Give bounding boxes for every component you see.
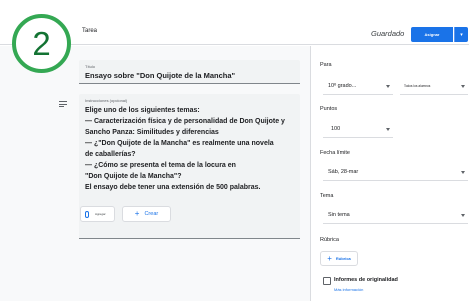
- instructions-line: — ¿"Don Quijote de la Mancha" es realmen…: [85, 140, 274, 147]
- rubric-button-label: Rúbrica: [335, 256, 351, 261]
- points-value: 100: [331, 126, 341, 132]
- students-dropdown[interactable]: Todos los alumnos: [400, 78, 468, 95]
- add-rubric-button[interactable]: + Rúbrica: [320, 251, 358, 266]
- plus-icon: +: [327, 253, 332, 263]
- instructions-icon: [59, 101, 67, 109]
- title-label: Título: [85, 64, 96, 69]
- instructions-line: — Caracterización física y de personalid…: [85, 118, 285, 125]
- rubric-label: Rúbrica: [320, 237, 339, 243]
- due-date-value: Sáb, 28-mar: [328, 169, 359, 175]
- more-info-link[interactable]: Más información: [334, 287, 363, 292]
- page-title: Tarea: [82, 28, 98, 34]
- for-label: Para: [320, 62, 332, 68]
- topic-dropdown[interactable]: Sin tema: [323, 207, 468, 224]
- topic-label: Tema: [320, 193, 334, 199]
- attach-label: Agregar: [95, 212, 106, 216]
- chevron-down-icon: [461, 85, 465, 88]
- topic-value: Sin tema: [328, 212, 350, 218]
- instructions-line: El ensayo debe tener una extensión de 50…: [85, 184, 261, 191]
- instructions-line: "Don Quijote de la Mancha"?: [85, 173, 182, 180]
- points-label: Puntos: [320, 106, 338, 112]
- instructions-line: de caballerías?: [85, 151, 136, 158]
- plus-icon: +: [134, 209, 140, 218]
- chevron-down-icon: ▾: [460, 31, 463, 38]
- assignment-editor: Título Ensayo sobre "Don Quijote de la M…: [0, 46, 311, 301]
- chevron-down-icon: [461, 171, 465, 174]
- instructions-line: — ¿Cómo se presenta el tema de la locura…: [85, 162, 236, 169]
- create-label: Crear: [144, 211, 159, 217]
- chevron-down-icon: [461, 214, 465, 217]
- class-dropdown[interactable]: 10º grado...: [323, 78, 393, 95]
- step-number-badge: 2: [12, 14, 71, 73]
- create-button[interactable]: + Crear: [122, 206, 171, 222]
- instructions-line: Sancho Panza: Similitudes y diferencias: [85, 129, 219, 136]
- originality-checkbox[interactable]: [323, 277, 331, 285]
- title-input[interactable]: Título Ensayo sobre "Don Quijote de la M…: [79, 60, 300, 84]
- points-dropdown[interactable]: 100: [323, 121, 393, 138]
- originality-label: Informes de originalidad: [334, 277, 398, 283]
- due-date-dropdown[interactable]: Sáb, 28-mar: [323, 164, 468, 181]
- chevron-down-icon: [386, 85, 390, 88]
- title-value: Ensayo sobre "Don Quijote de la Mancha": [85, 71, 236, 80]
- attach-button[interactable]: Agregar: [80, 206, 115, 222]
- instructions-line: Elige uno de los siguientes temas:: [85, 107, 200, 114]
- instructions-label: Instrucciones (opcional): [85, 98, 128, 103]
- instructions-text: Elige uno de los siguientes temas: — Car…: [85, 105, 297, 193]
- assign-button[interactable]: Asignar: [411, 27, 453, 42]
- paperclip-icon: [85, 210, 89, 218]
- students-value: Todos los alumnos: [404, 84, 431, 88]
- saved-status: Guardado: [371, 29, 405, 38]
- class-value: 10º grado...: [328, 83, 357, 89]
- due-date-label: Fecha límite: [320, 150, 350, 156]
- chevron-down-icon: [386, 128, 390, 131]
- step-number: 2: [32, 25, 51, 62]
- assign-options-button[interactable]: ▾: [454, 27, 468, 42]
